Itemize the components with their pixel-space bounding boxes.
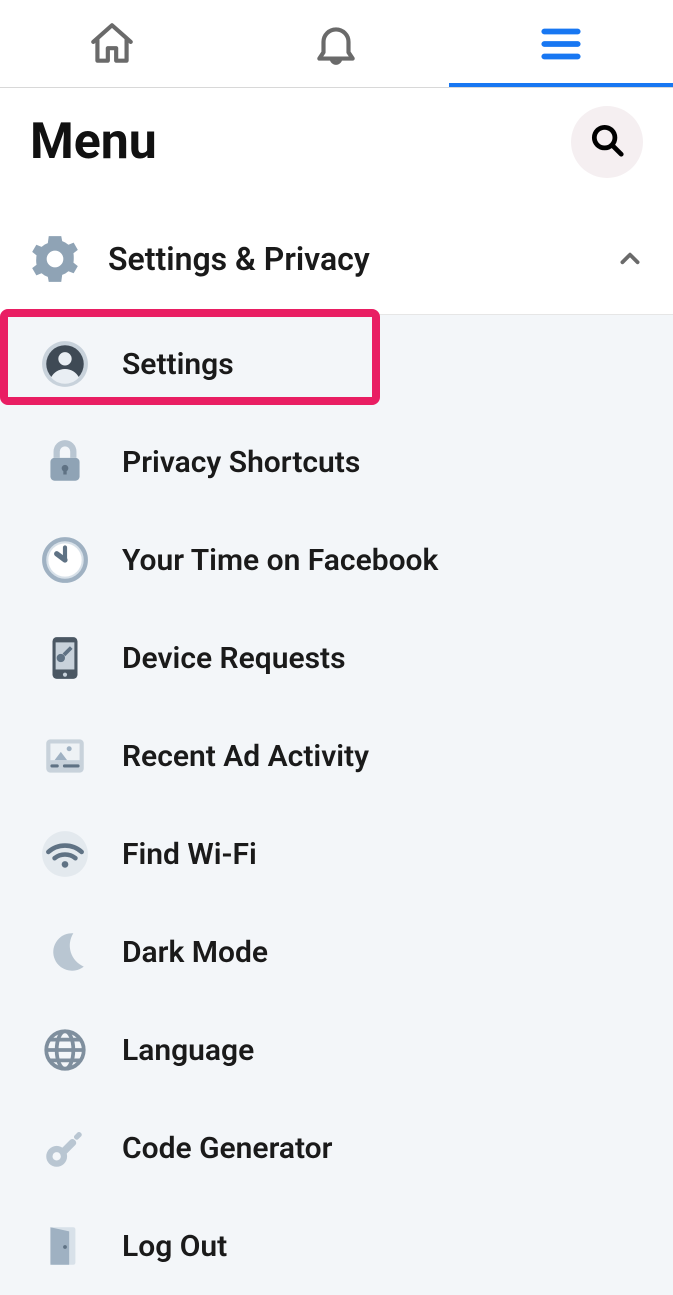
phone-key-icon <box>40 633 90 683</box>
globe-icon <box>40 1025 90 1075</box>
wifi-icon <box>40 829 90 879</box>
tab-home[interactable] <box>0 0 224 87</box>
home-icon <box>87 19 137 69</box>
item-device-requests[interactable]: Device Requests <box>0 609 673 707</box>
item-label: Find Wi-Fi <box>122 837 257 872</box>
item-label: Recent Ad Activity <box>122 739 369 774</box>
search-icon <box>588 121 626 163</box>
person-circle-icon <box>40 339 90 389</box>
search-button[interactable] <box>571 106 643 178</box>
bell-icon <box>311 19 361 69</box>
lock-icon <box>40 437 90 487</box>
item-log-out[interactable]: Log Out <box>0 1197 673 1295</box>
item-label: Language <box>122 1033 254 1068</box>
page-header: Menu <box>0 88 673 204</box>
item-dark-mode[interactable]: Dark Mode <box>0 903 673 1001</box>
gear-icon <box>30 234 80 284</box>
chevron-up-icon <box>617 246 643 272</box>
item-label: Your Time on Facebook <box>122 543 438 578</box>
item-settings[interactable]: Settings <box>0 315 673 413</box>
tab-menu[interactable] <box>449 0 673 87</box>
tab-notifications[interactable] <box>224 0 448 87</box>
item-find-wifi[interactable]: Find Wi-Fi <box>0 805 673 903</box>
clock-icon <box>40 535 90 585</box>
section-settings-privacy[interactable]: Settings & Privacy <box>0 204 673 315</box>
submenu: Settings Privacy Shortcuts Your Time on … <box>0 315 673 1295</box>
item-language[interactable]: Language <box>0 1001 673 1099</box>
item-label: Code Generator <box>122 1131 332 1166</box>
item-your-time[interactable]: Your Time on Facebook <box>0 511 673 609</box>
page-title: Menu <box>30 113 157 171</box>
section-label: Settings & Privacy <box>108 240 617 278</box>
item-code-generator[interactable]: Code Generator <box>0 1099 673 1197</box>
item-label: Settings <box>122 347 234 382</box>
hamburger-icon <box>536 19 586 69</box>
top-tab-bar <box>0 0 673 88</box>
item-label: Privacy Shortcuts <box>122 445 360 480</box>
item-privacy-shortcuts[interactable]: Privacy Shortcuts <box>0 413 673 511</box>
door-icon <box>40 1221 90 1271</box>
item-recent-ad-activity[interactable]: Recent Ad Activity <box>0 707 673 805</box>
key-icon <box>40 1123 90 1173</box>
item-label: Device Requests <box>122 641 346 676</box>
item-label: Log Out <box>122 1229 227 1264</box>
moon-icon <box>40 927 90 977</box>
image-card-icon <box>40 731 90 781</box>
item-label: Dark Mode <box>122 935 268 970</box>
